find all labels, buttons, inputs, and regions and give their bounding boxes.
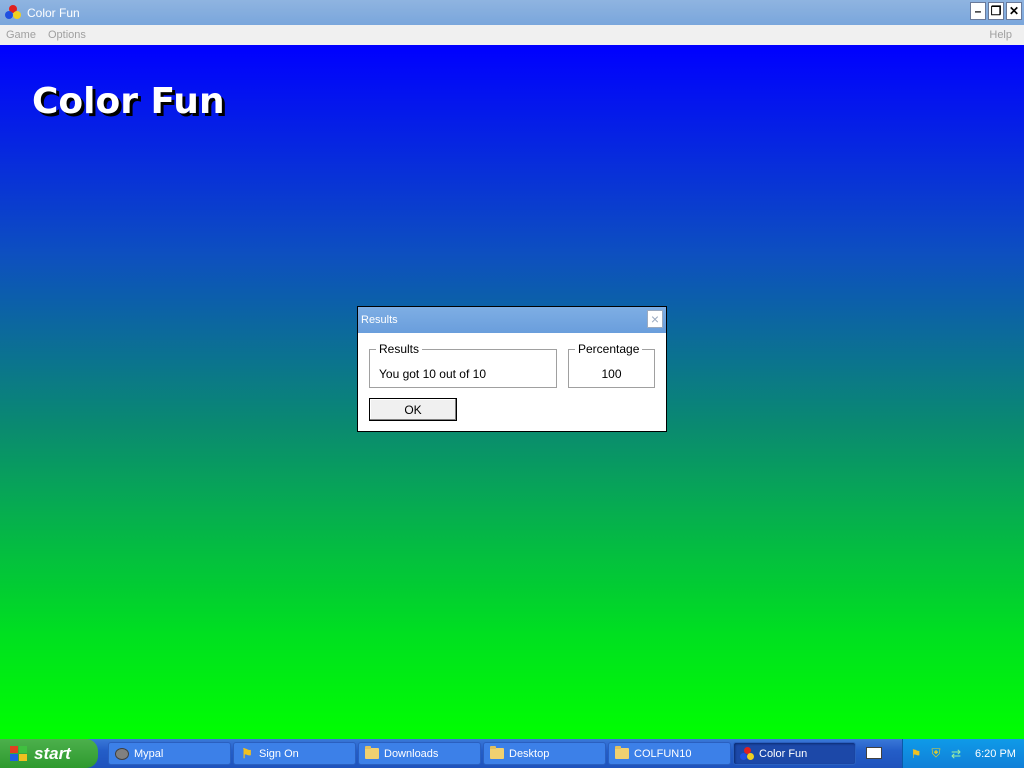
network-icon[interactable]: ⇄ bbox=[949, 747, 963, 761]
start-button[interactable]: start bbox=[0, 739, 98, 768]
system-tray: ⚑ ⛨ ⇄ 6:20 PM bbox=[902, 739, 1024, 768]
percentage-label: Percentage bbox=[575, 342, 643, 356]
results-label: Results bbox=[376, 342, 423, 356]
minimize-button[interactable]: – bbox=[970, 2, 986, 20]
task-button-color-fun[interactable]: Color Fun bbox=[733, 742, 856, 765]
restore-button[interactable]: ❐ bbox=[988, 2, 1004, 20]
runner-tray-icon[interactable]: ⚑ bbox=[909, 747, 923, 761]
color-fun-icon bbox=[740, 746, 754, 761]
task-label: Mypal bbox=[134, 747, 164, 760]
task-label: Sign On bbox=[259, 747, 299, 760]
dialog-title: Results bbox=[361, 314, 398, 326]
task-label: COLFUN10 bbox=[634, 747, 692, 760]
runner-icon: ⚑ bbox=[241, 745, 253, 761]
dialog-titlebar[interactable]: Results × bbox=[358, 307, 666, 333]
shield-icon[interactable]: ⛨ bbox=[929, 746, 943, 761]
task-label: Desktop bbox=[509, 747, 550, 760]
percentage-groupbox: Percentage 100 bbox=[568, 342, 655, 388]
menu-options[interactable]: Options bbox=[42, 29, 92, 41]
task-button-downloads[interactable]: Downloads bbox=[358, 742, 481, 765]
results-groupbox: Results You got 10 out of 10 bbox=[369, 342, 557, 388]
clock[interactable]: 6:20 PM bbox=[975, 748, 1016, 760]
folder-icon bbox=[490, 746, 504, 761]
keyboard-icon[interactable] bbox=[866, 747, 882, 759]
menu-bar: Game Options Help bbox=[0, 25, 1024, 45]
results-dialog: Results × Results You got 10 out of 10 P… bbox=[357, 306, 667, 432]
task-button-desktop[interactable]: Desktop bbox=[483, 742, 606, 765]
task-label: Color Fun bbox=[759, 747, 808, 760]
menu-game[interactable]: Game bbox=[0, 29, 42, 41]
folder-icon bbox=[365, 746, 379, 761]
percentage-value: 100 bbox=[601, 367, 622, 381]
window-title: Color Fun bbox=[27, 5, 80, 20]
folder-icon bbox=[615, 746, 629, 761]
mypal-icon bbox=[115, 747, 129, 761]
windows-logo-icon bbox=[10, 745, 28, 762]
ok-button[interactable]: OK bbox=[369, 398, 457, 421]
window-controls: – ❐ ✕ bbox=[970, 2, 1022, 20]
task-button-mypal[interactable]: Mypal bbox=[108, 742, 231, 765]
color-fun-app-icon bbox=[5, 4, 21, 21]
close-button[interactable]: ✕ bbox=[1006, 2, 1022, 20]
dialog-close-button[interactable]: × bbox=[647, 310, 663, 328]
task-button-colfun10[interactable]: COLFUN10 bbox=[608, 742, 731, 765]
task-button-sign-on[interactable]: ⚑ Sign On bbox=[233, 742, 356, 765]
task-buttons: Mypal ⚑ Sign On Downloads Desktop COLFUN… bbox=[108, 742, 856, 765]
results-value: You got 10 out of 10 bbox=[379, 367, 486, 381]
menu-help[interactable]: Help bbox=[983, 29, 1018, 41]
start-label: start bbox=[34, 743, 71, 763]
task-label: Downloads bbox=[384, 747, 439, 760]
game-title: Color Fun bbox=[32, 81, 225, 122]
window-titlebar[interactable]: Color Fun – ❐ ✕ bbox=[0, 0, 1024, 25]
